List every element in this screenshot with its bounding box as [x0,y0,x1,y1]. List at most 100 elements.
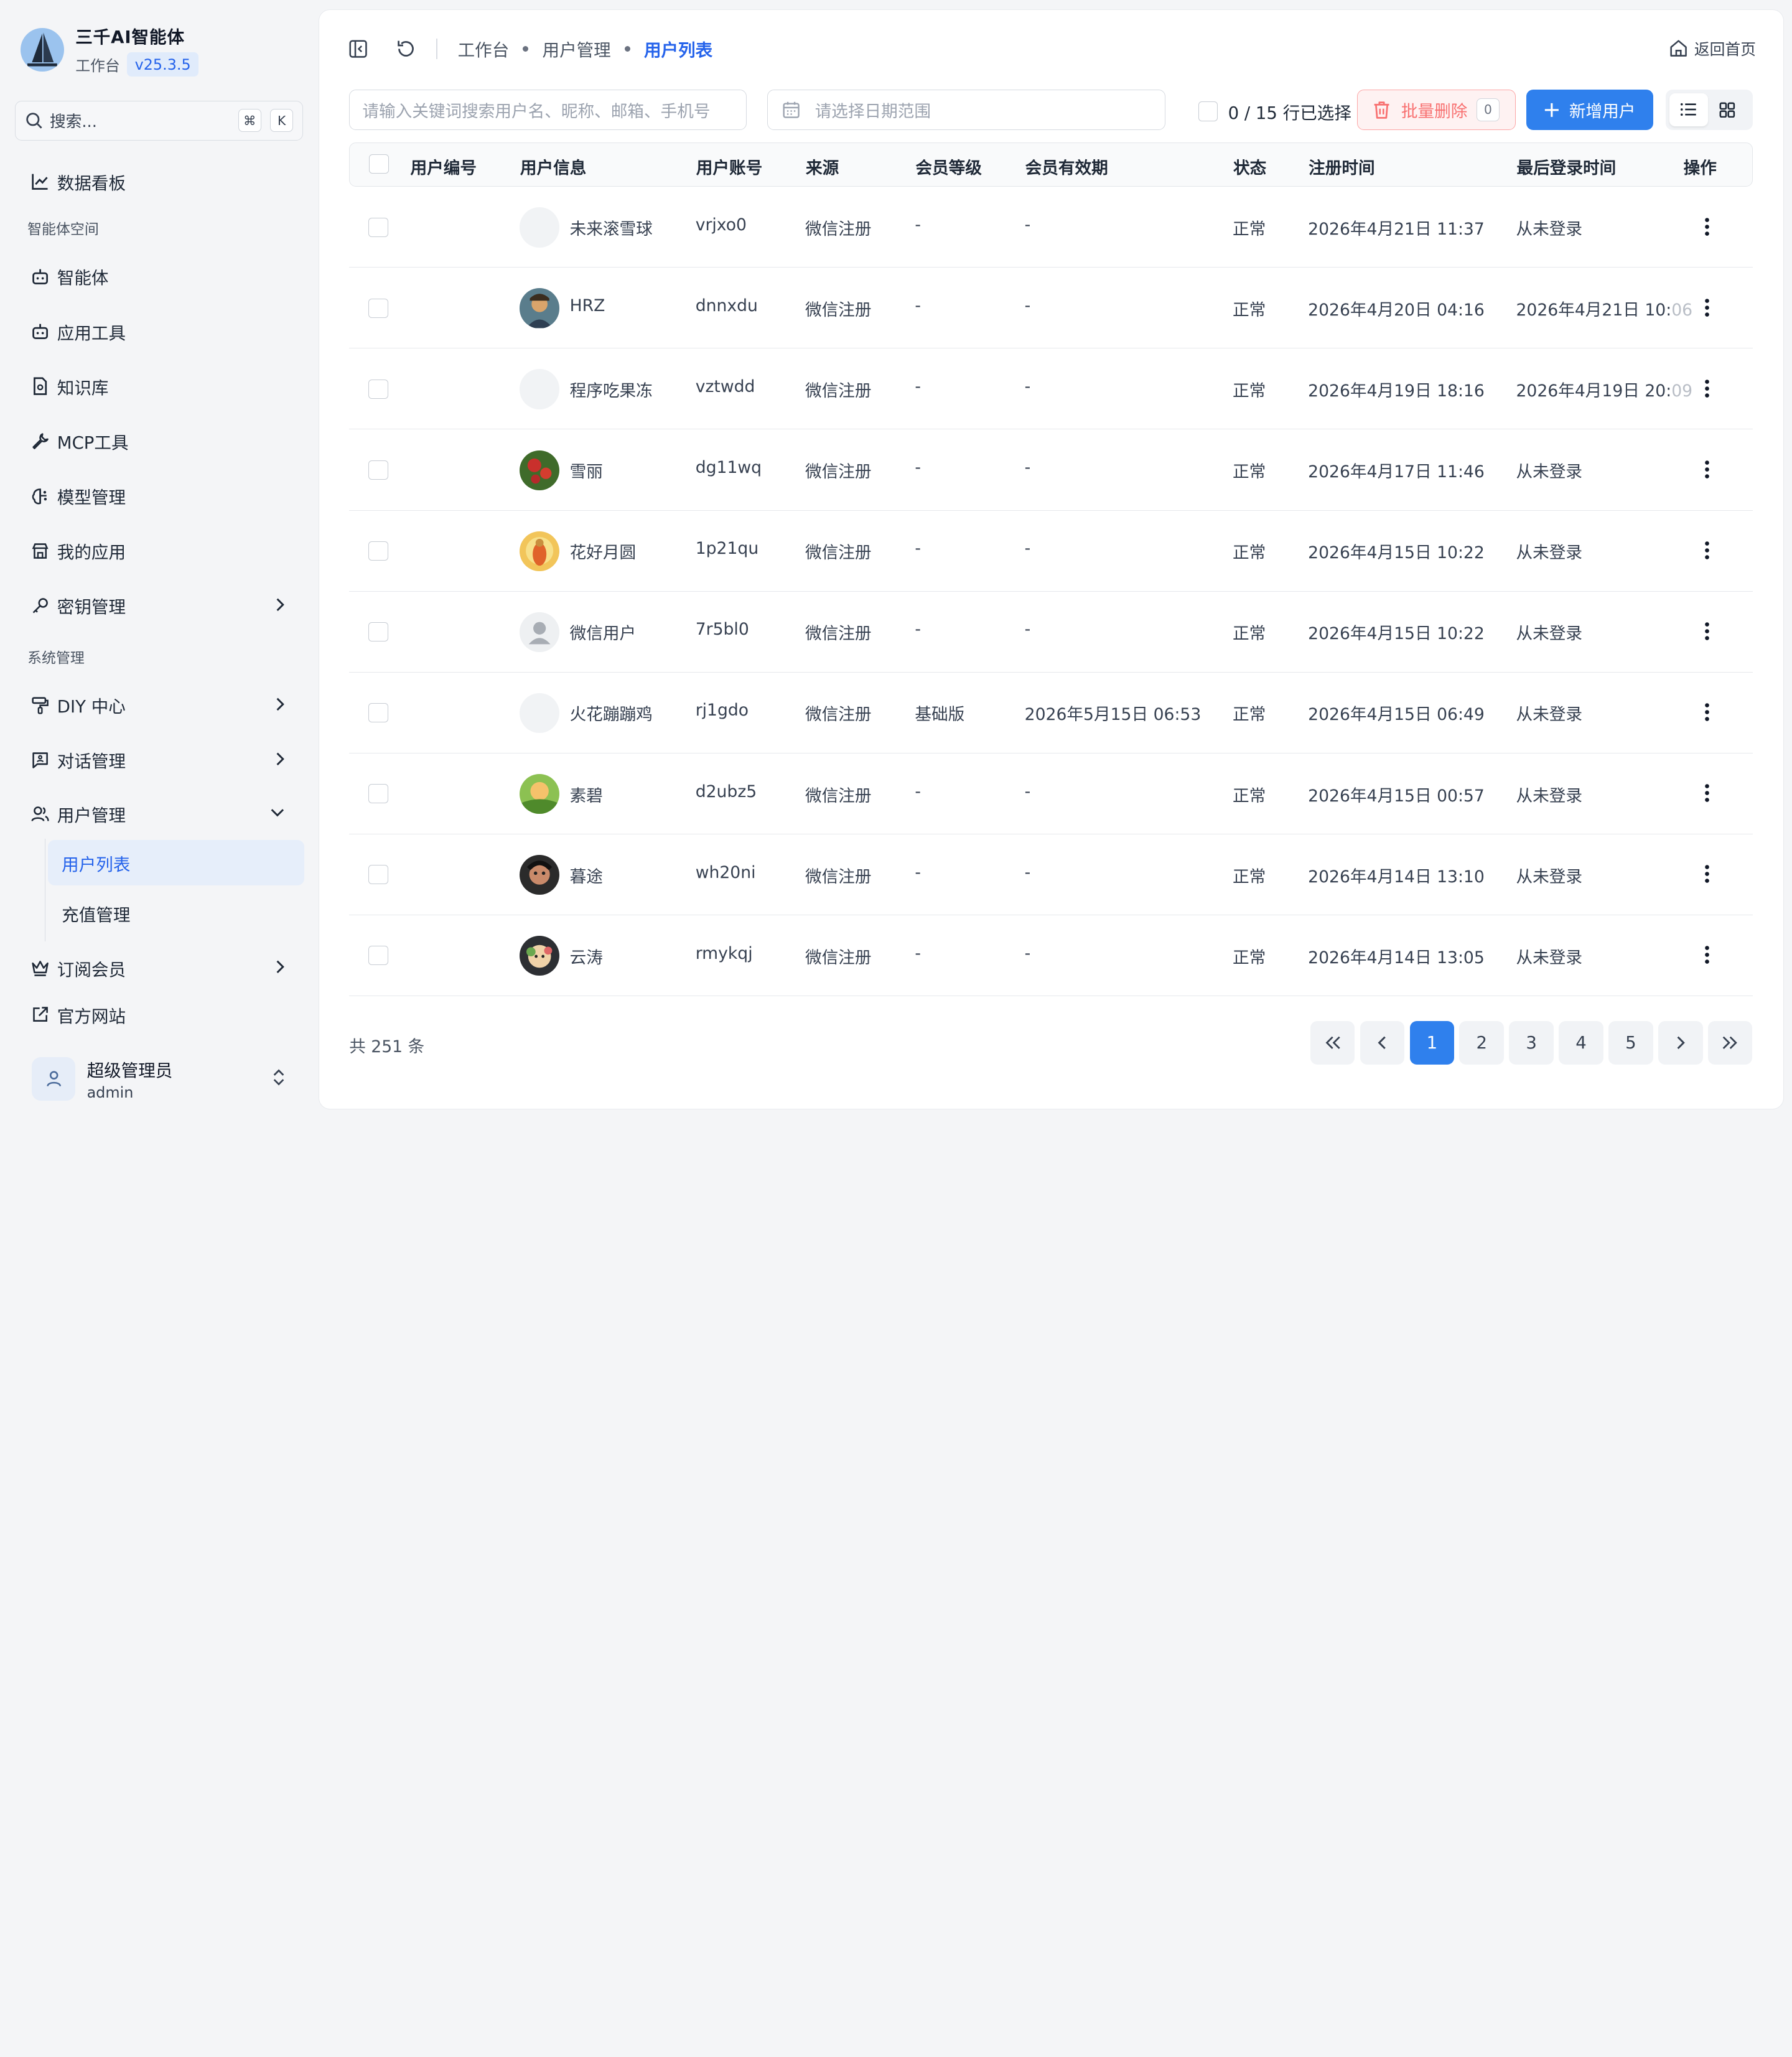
row-checkbox[interactable] [368,703,388,723]
select-all-checkbox[interactable] [1198,101,1218,121]
row-checkbox[interactable] [368,622,388,642]
sidebar-item-website[interactable]: 官方网站 [16,992,304,1037]
chevron-up-down-icon[interactable] [272,1067,286,1088]
brand[interactable]: 三千AI智能体 工作台 v25.3.5 [21,23,199,77]
more-actions-icon[interactable] [1704,945,1710,965]
table-row[interactable]: 花好月圆 1p21qu 微信注册 - - 正常 2026年4月15日 10:22 从未登录 [349,511,1753,592]
column-header[interactable]: 会员有效期 [1025,154,1108,179]
user-nickname: 微信用户 [569,624,637,644]
user-avatar [519,369,560,409]
breadcrumb-item[interactable]: 工作台 [458,36,510,61]
more-actions-icon[interactable] [1704,621,1710,641]
first-page-button[interactable] [1310,1021,1355,1065]
sidebar-item-keys[interactable]: 密钥管理 [16,583,304,628]
sidebar-search[interactable]: 搜索... ⌘ K [14,100,303,141]
member-expire: - [1024,862,1031,882]
sidebar-item-label: 对话管理 [57,752,126,772]
batch-delete-button[interactable]: 批量删除 0 [1357,90,1516,130]
row-checkbox[interactable] [368,298,388,319]
last-login-text: 从未登录 [1516,624,1582,644]
column-header[interactable]: 会员等级 [915,154,982,179]
page-button[interactable]: 2 [1459,1021,1505,1065]
table-row[interactable]: 暮途 wh20ni 微信注册 - - 正常 2026年4月14日 13:10 从未登录 [349,834,1753,915]
sidebar-item-subscription[interactable]: 订阅会员 [16,945,304,991]
user-nickname: 程序吃果冻 [569,381,653,401]
column-header[interactable]: 最后登录时间 [1516,154,1616,179]
grid-view-button[interactable] [1708,93,1747,126]
column-header[interactable]: 用户编号 [411,154,477,179]
page-button[interactable]: 1 [1409,1021,1455,1065]
sidebar-item-app-tools[interactable]: 应用工具 [16,309,304,354]
column-header[interactable]: 来源 [806,154,839,179]
user-account: d2ubz5 [695,781,757,801]
list-view-button[interactable] [1669,93,1708,127]
page-button[interactable]: 5 [1608,1021,1653,1065]
sidebar-item-mcp[interactable]: MCP工具 [16,418,304,464]
add-user-button[interactable]: 新增用户 [1526,90,1653,130]
breadcrumb-separator [523,45,529,52]
sidebar-subitem-user-list[interactable]: 用户列表 [48,839,304,886]
table-row[interactable]: 火花蹦蹦鸡 rj1gdo 微信注册 基础版 2026年5月15日 06:53 正常 2026… [349,673,1753,753]
more-actions-icon[interactable] [1704,864,1710,884]
more-actions-icon[interactable] [1704,297,1710,318]
sidebar-item-my-apps[interactable]: 我的应用 [16,528,304,574]
more-actions-icon[interactable] [1704,459,1710,480]
row-checkbox[interactable] [368,784,388,804]
refresh-icon [398,40,414,57]
last-login-time: 从未登录 [1516,944,1582,968]
sidebar-item-dashboard[interactable]: 数据看板 [16,159,304,204]
last-page-button[interactable] [1707,1021,1753,1065]
toggle-sidebar-button[interactable] [347,37,370,60]
user-status: 正常 [1232,543,1266,563]
next-page-button[interactable] [1658,1021,1703,1065]
more-actions-icon[interactable] [1704,702,1710,722]
chevron-right-icon [1677,1036,1685,1050]
breadcrumb-item[interactable]: 用户管理 [543,36,611,61]
sidebar-item-users[interactable]: 用户管理 [16,791,304,836]
sidebar-item-diy[interactable]: DIY 中心 [16,683,304,728]
table-row[interactable]: 未来滚雪球 vrjxo0 微信注册 - - 正常 2026年4月21日 11:37 从未登录 [349,187,1753,268]
row-checkbox[interactable] [368,217,388,238]
user-source: 微信注册 [805,462,872,482]
table-row[interactable]: 雪丽 dg11wq 微信注册 - - 正常 2026年4月17日 11:46 从未登录 [349,429,1753,511]
table-row[interactable]: HRZ dnnxdu 微信注册 - - 正常 2026年4月20日 04:16 2026年4月… [349,268,1753,349]
more-actions-icon[interactable] [1704,783,1710,803]
column-header[interactable]: 用户账号 [696,154,763,179]
table-row[interactable]: 微信用户 7r5bl0 微信注册 - - 正常 2026年4月15日 10:22 从未登录 [349,592,1753,673]
table-row[interactable]: 云涛 rmykqj 微信注册 - - 正常 2026年4月14日 13:05 从未登录 [349,915,1753,996]
sidebar-subitem-recharge[interactable]: 充值管理 [48,890,304,936]
more-actions-icon[interactable] [1704,217,1710,237]
last-login-time: 从未登录 [1516,539,1582,563]
sidebar-item-knowledge[interactable]: 知识库 [16,363,304,409]
prev-page-button[interactable] [1360,1021,1405,1065]
column-header: 操作 [1683,159,1717,179]
row-checkbox[interactable] [368,865,388,885]
sidebar-item-conversations[interactable]: 对话管理 [16,737,304,783]
column-header[interactable]: 用户信息 [520,154,587,179]
more-actions-icon[interactable] [1704,378,1710,399]
sidebar-item-models[interactable]: 模型管理 [16,473,304,518]
refresh-button[interactable] [395,37,418,60]
row-checkbox[interactable] [368,460,388,480]
more-actions-icon[interactable] [1704,540,1710,561]
date-range-picker[interactable]: 请选择日期范围 [767,90,1165,130]
page-button[interactable]: 4 [1559,1021,1603,1065]
row-checkbox[interactable] [368,946,388,966]
page-button[interactable]: 3 [1509,1021,1554,1065]
member-expire: - [1024,539,1031,559]
column-header[interactable]: 注册时间 [1309,154,1375,179]
back-home-link[interactable]: 返回首页 [1669,37,1756,60]
register-time: 2026年4月15日 06:49 [1308,705,1485,725]
column-header[interactable]: 状态 [1233,154,1266,179]
row-checkbox[interactable] [368,541,388,561]
current-user[interactable]: 超级管理员 admin [32,1053,294,1104]
sidebar-item-agents[interactable]: 智能体 [16,254,304,299]
keyword-search-input[interactable]: 请输入关键词搜索用户名、昵称、邮箱、手机号 [349,90,747,130]
register-time: 2026年4月21日 11:37 [1308,220,1485,240]
last-login-time: 从未登录 [1516,782,1582,806]
table-row[interactable]: 程序吃果冻 vztwdd 微信注册 - - 正常 2026年4月19日 18:16 2026年… [349,348,1753,430]
table-row[interactable]: 素碧 d2ubz5 微信注册 - - 正常 2026年4月15日 00:57 从未登录 [349,753,1753,834]
row-checkbox[interactable] [368,380,388,399]
member-level: - [915,943,921,963]
header-select-checkbox[interactable] [369,154,389,174]
